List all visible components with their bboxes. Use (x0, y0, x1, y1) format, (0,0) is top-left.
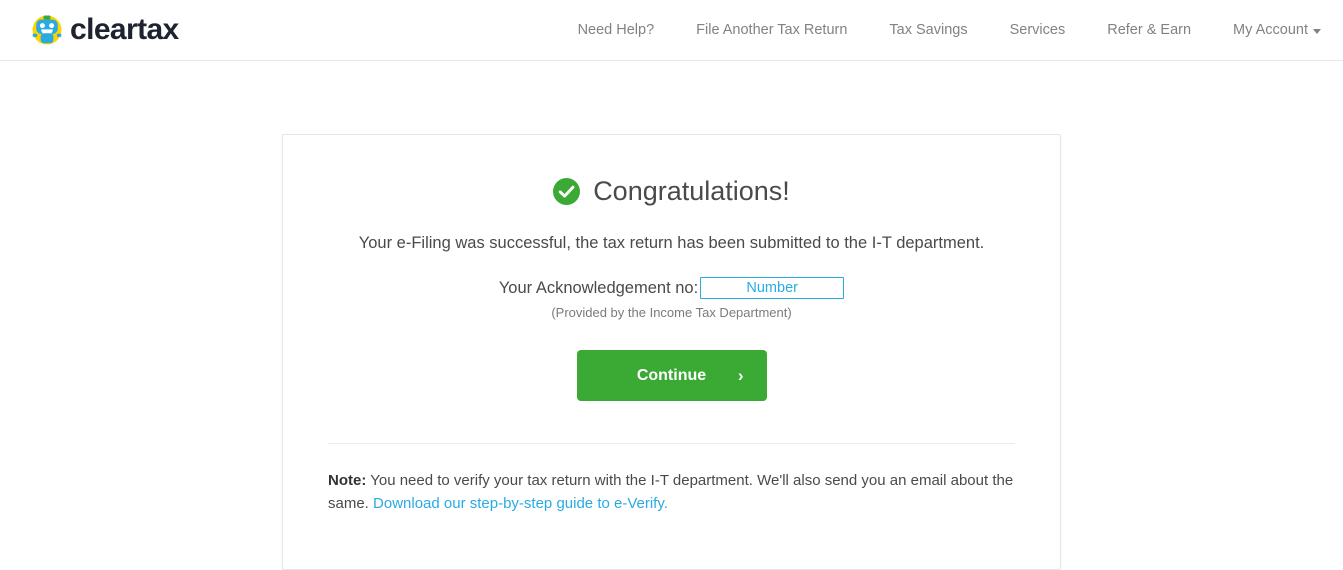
success-message: Your e-Filing was successful, the tax re… (358, 233, 985, 252)
main-navigation: Need Help? File Another Tax Return Tax S… (557, 0, 1321, 60)
nav-item-my-account[interactable]: My Account (1212, 23, 1321, 38)
efiling-success-card: Congratulations! Your e-Filing was succe… (282, 134, 1061, 570)
nav-item-need-help[interactable]: Need Help? (557, 23, 676, 38)
congratulations-header: Congratulations! (328, 176, 1015, 207)
note-label: Note: (328, 472, 367, 490)
continue-button[interactable]: Continue › (576, 350, 767, 402)
site-header: cleartax Need Help? File Another Tax Ret… (0, 0, 1343, 61)
brand-wordmark: cleartax (70, 13, 179, 46)
acknowledgement-label: Your Acknowledgement no: (498, 278, 699, 297)
everify-guide-link[interactable]: Download our step-by-step guide to e-Ver… (373, 495, 668, 512)
chevron-down-icon (1313, 28, 1321, 34)
nav-item-refer-and-earn[interactable]: Refer & Earn (1086, 23, 1212, 38)
cta-container: Continue › (328, 350, 1015, 402)
page-body: Congratulations! Your e-Filing was succe… (0, 61, 1343, 570)
nav-item-tax-savings[interactable]: Tax Savings (868, 23, 988, 38)
acknowledgement-number-value[interactable]: Number (700, 277, 845, 300)
continue-button-label: Continue (636, 366, 707, 384)
nav-item-file-another-tax-return[interactable]: File Another Tax Return (675, 23, 868, 38)
acknowledgement-row: Your Acknowledgement no: Number (328, 277, 1015, 300)
section-divider (328, 443, 1015, 445)
chevron-right-icon: › (737, 366, 744, 386)
nav-item-services[interactable]: Services (989, 23, 1087, 38)
brand-logo-link[interactable]: cleartax (30, 13, 179, 47)
acknowledgement-sub-text: (Provided by the Income Tax Department) (551, 305, 792, 321)
verification-note: Note: You need to verify your tax return… (328, 469, 1015, 516)
success-check-circle-icon (553, 178, 581, 206)
nav-item-need-help-label: Need Help? (577, 21, 655, 38)
nav-item-file-another-tax-return-label: File Another Tax Return (696, 21, 848, 38)
nav-item-services-label: Services (1009, 21, 1066, 38)
nav-item-my-account-label: My Account (1233, 21, 1308, 38)
nav-item-refer-and-earn-label: Refer & Earn (1107, 21, 1192, 38)
cleartax-robot-logo-icon (30, 13, 64, 47)
nav-item-tax-savings-label: Tax Savings (889, 21, 968, 38)
page-title: Congratulations! (593, 176, 790, 206)
